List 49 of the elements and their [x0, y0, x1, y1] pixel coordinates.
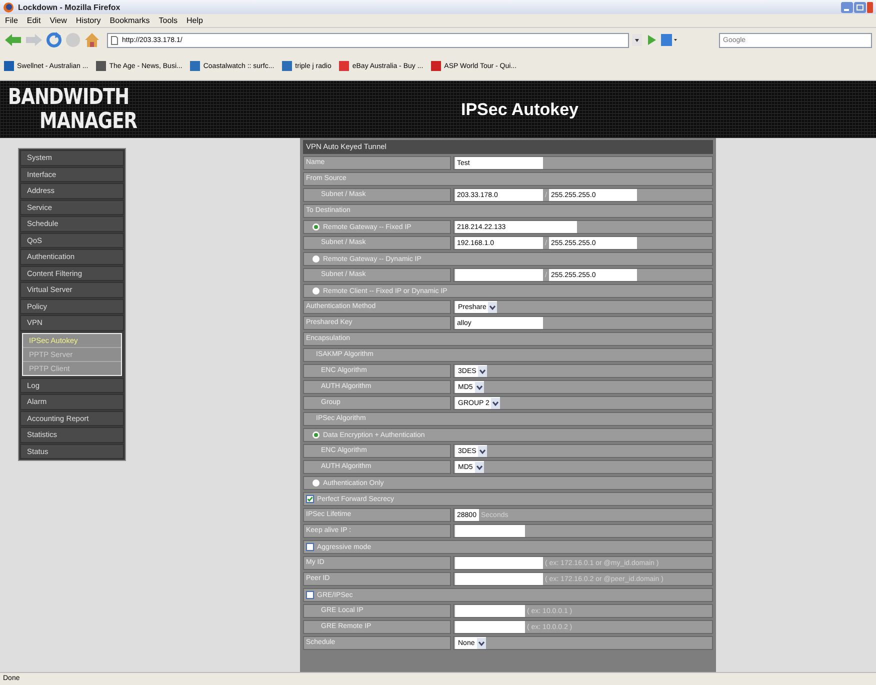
- caret-icon: [491, 398, 500, 408]
- checkbox[interactable]: [306, 495, 314, 503]
- back-icon[interactable]: [4, 33, 22, 47]
- logo-text: MANAGER: [38, 110, 138, 134]
- bookmark-icon: [190, 61, 200, 71]
- menu-item[interactable]: Help: [186, 16, 203, 25]
- dropdown-icon[interactable]: [632, 34, 642, 46]
- forward-icon[interactable]: [25, 33, 43, 47]
- menu-item[interactable]: Tools: [158, 16, 178, 25]
- menu-item[interactable]: Edit: [26, 16, 41, 25]
- checkbox[interactable]: [306, 591, 314, 599]
- bookmark-icon: [96, 61, 106, 71]
- minimize-button[interactable]: [841, 2, 853, 12]
- caret-icon: [478, 366, 488, 376]
- caret-icon: [476, 638, 486, 648]
- text-field[interactable]: [455, 269, 543, 281]
- radio-button[interactable]: [312, 431, 320, 439]
- menu-item[interactable]: View: [50, 16, 67, 25]
- radio-button[interactable]: [312, 223, 320, 231]
- close-button[interactable]: [867, 2, 873, 12]
- maximize-button[interactable]: [854, 2, 866, 12]
- globe-icon: [3, 2, 14, 12]
- radio-button[interactable]: [312, 479, 320, 487]
- menu-item[interactable]: File: [5, 16, 18, 25]
- bookmark-icon: [431, 61, 442, 71]
- home-icon[interactable]: [84, 32, 100, 48]
- caret-icon: [474, 382, 484, 392]
- reload-icon[interactable]: [46, 32, 62, 48]
- caret-icon: [474, 462, 484, 472]
- text-field[interactable]: [455, 573, 543, 585]
- caret-icon: [488, 302, 498, 312]
- text-field[interactable]: [455, 605, 525, 617]
- bookmark-icon: [4, 61, 14, 71]
- menu-item[interactable]: Bookmarks: [110, 16, 150, 25]
- caret-icon: [478, 446, 488, 456]
- logo-text: BANDWIDTH: [8, 86, 130, 110]
- bookmark-icon: [339, 61, 350, 71]
- page-title: IPSec Autokey: [461, 100, 578, 120]
- checkbox[interactable]: [306, 543, 314, 551]
- page-icon: [111, 36, 118, 44]
- text-field[interactable]: [455, 525, 525, 537]
- menu-item[interactable]: History: [76, 16, 101, 25]
- bookmark-icon: [282, 61, 292, 71]
- text-field[interactable]: [455, 621, 525, 633]
- text-field[interactable]: [455, 557, 543, 569]
- radio-button[interactable]: [312, 287, 320, 295]
- radio-button[interactable]: [312, 255, 320, 263]
- search-engine-icon[interactable]: [660, 33, 678, 47]
- window-title: Lockdown - Mozilla Firefox: [18, 2, 120, 12]
